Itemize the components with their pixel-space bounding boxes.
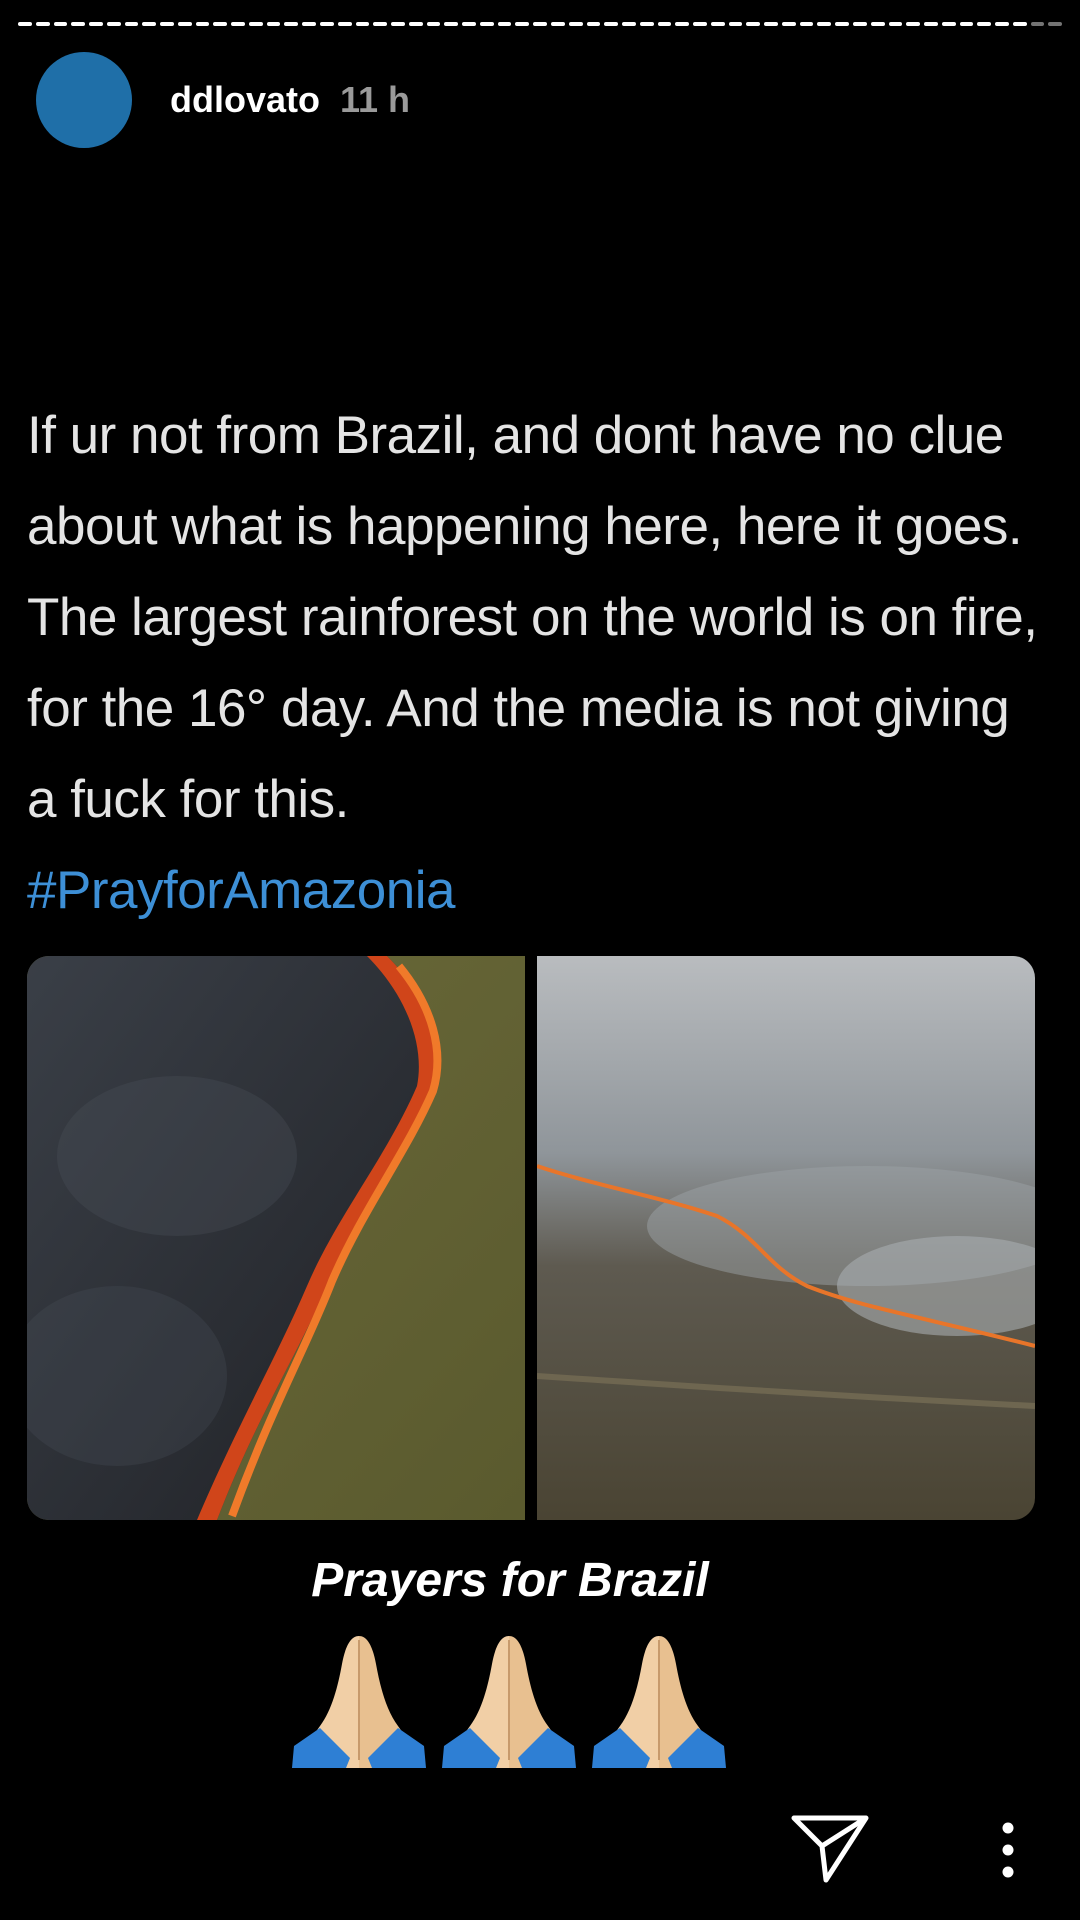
progress-segment <box>426 22 441 26</box>
progress-segment <box>302 22 317 26</box>
progress-segment <box>35 22 50 26</box>
progress-segment <box>586 22 601 26</box>
progress-segment <box>373 22 388 26</box>
progress-segment <box>515 22 530 26</box>
progress-segment <box>497 22 512 26</box>
progress-segment <box>533 22 547 26</box>
praying-hands-icon <box>592 1636 726 1768</box>
progress-segment <box>781 22 796 26</box>
progress-segment <box>693 22 707 26</box>
more-vertical-icon[interactable] <box>990 1820 1026 1880</box>
progress-segment <box>142 22 157 26</box>
progress-segment <box>248 22 263 26</box>
praying-hands-icon <box>292 1636 426 1768</box>
story-progress-bar <box>18 22 1063 26</box>
progress-segment <box>710 22 725 26</box>
progress-segment <box>852 22 867 26</box>
progress-segment <box>799 22 814 26</box>
progress-segment <box>924 22 938 26</box>
progress-segment <box>106 22 121 26</box>
progress-segment <box>462 22 476 26</box>
progress-segment <box>906 22 921 26</box>
progress-segment <box>550 22 565 26</box>
progress-segment <box>284 22 299 26</box>
avatar[interactable] <box>36 52 132 148</box>
progress-segment <box>195 22 210 26</box>
post-image-grid <box>27 956 1035 1520</box>
progress-segment <box>941 22 956 26</box>
progress-segment <box>408 22 423 26</box>
story-header: ddlovato 11 h <box>36 52 410 148</box>
progress-segment <box>18 22 32 26</box>
progress-segment <box>160 22 174 26</box>
progress-segment <box>1012 22 1027 26</box>
progress-segment <box>231 22 245 26</box>
progress-segment <box>675 22 690 26</box>
progress-segment <box>835 22 849 26</box>
progress-segment <box>870 22 885 26</box>
progress-segment <box>959 22 974 26</box>
aerial-fire-image <box>537 956 1035 1520</box>
progress-segment <box>124 22 139 26</box>
progress-segment <box>817 22 832 26</box>
progress-segment <box>728 22 743 26</box>
progress-segment <box>89 22 103 26</box>
progress-segment <box>213 22 228 26</box>
progress-segment <box>177 22 192 26</box>
progress-segment <box>71 22 86 26</box>
fire-closeup-image <box>27 956 525 1520</box>
post-text-block: If ur not from Brazil, and dont have no … <box>27 390 1047 936</box>
progress-segment <box>746 22 761 26</box>
progress-segment <box>1030 22 1045 26</box>
progress-segment <box>479 22 494 26</box>
post-body-text: If ur not from Brazil, and dont have no … <box>27 406 1038 829</box>
progress-segment <box>622 22 636 26</box>
progress-segment <box>1048 22 1063 26</box>
timestamp: 11 h <box>340 79 411 120</box>
progress-segment <box>995 22 1009 26</box>
story-caption: Prayers for Brazil <box>311 1554 709 1607</box>
progress-segment <box>657 22 672 26</box>
progress-segment <box>320 22 334 26</box>
progress-segment <box>639 22 654 26</box>
progress-segment <box>568 22 583 26</box>
progress-segment <box>888 22 903 26</box>
praying-hands-icon <box>442 1636 576 1768</box>
progress-segment <box>53 22 68 26</box>
progress-segment <box>764 22 778 26</box>
send-icon[interactable] <box>790 1812 870 1884</box>
progress-segment <box>355 22 370 26</box>
progress-segment <box>266 22 281 26</box>
praying-hands-emoji-row <box>290 1628 730 1768</box>
progress-segment <box>604 22 619 26</box>
progress-segment <box>337 22 352 26</box>
hashtag-link[interactable]: #PrayforAmazonia <box>27 845 1047 936</box>
username[interactable]: ddlovato <box>170 79 320 121</box>
progress-segment <box>977 22 992 26</box>
progress-segment <box>391 22 405 26</box>
progress-segment <box>444 22 459 26</box>
